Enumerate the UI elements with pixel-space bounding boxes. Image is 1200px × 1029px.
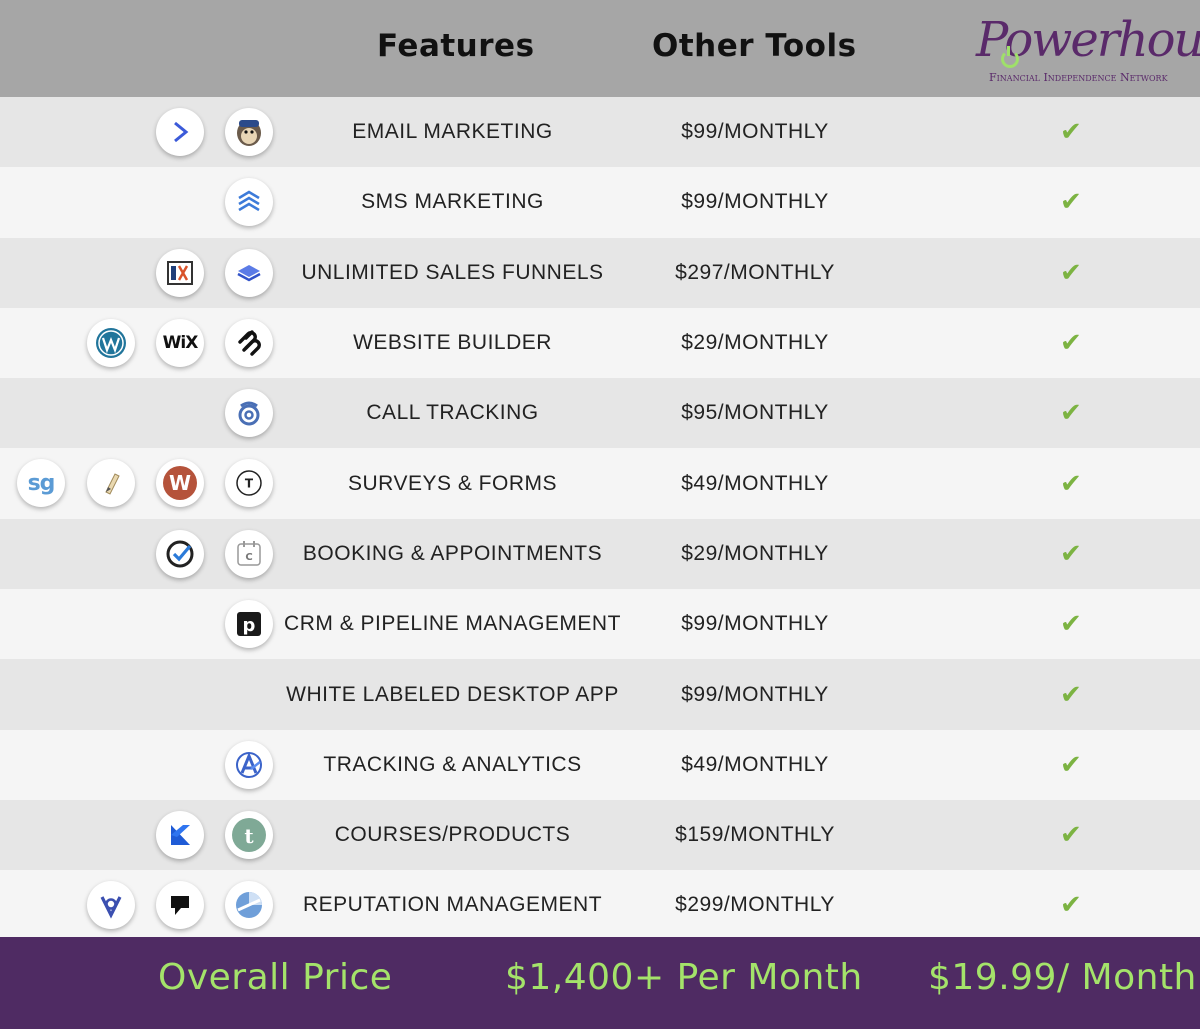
- jotform-icon: [87, 459, 135, 508]
- mailchimp-icon: [225, 108, 273, 156]
- other-tools-price: $99/MONTHLY: [681, 612, 829, 636]
- acuity-icon: [156, 529, 204, 578]
- leadpages-icon: [225, 248, 273, 297]
- surveygizmo-icon: sg: [17, 459, 65, 508]
- wordpress-icon: [87, 318, 135, 367]
- checkmark-icon: ✔: [1060, 820, 1082, 851]
- other-tools-total: $1,400+ Per Month: [505, 957, 863, 998]
- other-tools-price: $29/MONTHLY: [681, 541, 829, 565]
- table-row: UNLIMITED SALES FUNNELS $297/MONTHLY ✔: [0, 237, 1200, 308]
- table-row: WiX WEBSITE BUILDER $29/MONTHLY ✔: [0, 307, 1200, 379]
- svg-text:t: t: [244, 824, 254, 848]
- table-row: WHITE LABELED DESKTOP APP $99/MONTHLY ✔: [0, 659, 1200, 730]
- table-row: REPUTATION MANAGEMENT $299/MONTHLY ✔: [0, 870, 1200, 941]
- feature-label: COURSES/PRODUCTS: [334, 823, 571, 847]
- calendly-icon: C: [225, 529, 273, 578]
- powerhouse-logo: Powerhouse Financial Independence Networ…: [970, 8, 1200, 93]
- checkmark-icon: ✔: [1060, 328, 1082, 359]
- kajabi-icon: [156, 810, 204, 859]
- other-tools-price: $95/MONTHLY: [681, 401, 829, 425]
- table-row: CALL TRACKING $95/MONTHLY ✔: [0, 378, 1200, 449]
- other-tools-price: $99/MONTHLY: [681, 120, 829, 144]
- feature-label: CALL TRACKING: [366, 401, 539, 425]
- analytics-icon: [225, 740, 273, 789]
- svg-text:p: p: [243, 615, 256, 636]
- overall-price-label: Overall Price: [158, 957, 393, 998]
- svg-text:W: W: [169, 471, 191, 495]
- birdeye-icon: [87, 881, 135, 930]
- other-tools-price: $99/MONTHLY: [681, 682, 829, 706]
- feature-label: TRACKING & ANALYTICS: [323, 752, 582, 776]
- checkmark-icon: ✔: [1060, 609, 1082, 640]
- checkmark-icon: ✔: [1060, 257, 1082, 288]
- table-row: SMS MARKETING $99/MONTHLY ✔: [0, 167, 1200, 238]
- feature-label: SURVEYS & FORMS: [348, 471, 557, 495]
- other-tools-price: $299/MONTHLY: [675, 893, 835, 917]
- other-tools-price: $49/MONTHLY: [681, 471, 829, 495]
- checkmark-icon: ✔: [1060, 187, 1082, 218]
- checkmark-icon: ✔: [1060, 117, 1082, 148]
- clickfunnels-icon: [156, 248, 204, 297]
- checkmark-icon: ✔: [1060, 398, 1082, 429]
- typeform-icon: T: [225, 459, 273, 508]
- wix-icon: WiX: [156, 318, 204, 367]
- feature-label: WEBSITE BUILDER: [353, 331, 552, 355]
- table-row: EMAIL MARKETING $99/MONTHLY ✔: [0, 97, 1200, 168]
- powerhouse-total: $19.99/ Month: [928, 957, 1197, 998]
- svg-text:C: C: [245, 552, 252, 563]
- other-tools-price: $297/MONTHLY: [675, 260, 835, 284]
- other-tools-price: $29/MONTHLY: [681, 331, 829, 355]
- price-summary-footer: Overall Price $1,400+ Per Month $19.99/ …: [0, 937, 1200, 1029]
- features-column-header: Features: [377, 28, 535, 64]
- pipedrive-icon: p: [225, 600, 273, 649]
- teachable-icon: t: [225, 810, 273, 859]
- squarespace-icon: [225, 318, 273, 367]
- feature-label: WHITE LABELED DESKTOP APP: [286, 682, 619, 706]
- sms-layers-icon: [225, 178, 273, 227]
- checkmark-icon: ✔: [1060, 468, 1082, 499]
- call-tracking-icon: [225, 389, 273, 438]
- podium-icon: [156, 881, 204, 930]
- power-symbol-icon: [1001, 46, 1019, 68]
- checkmark-icon: ✔: [1060, 749, 1082, 780]
- other-tools-price: $159/MONTHLY: [675, 823, 835, 847]
- table-row: sg W T SURVEYS & FORMS $49/MONTHLY ✔: [0, 448, 1200, 519]
- table-row: p CRM & PIPELINE MANAGEMENT $99/MONTHLY …: [0, 589, 1200, 660]
- logo-subtitle: Financial Independence Network: [989, 71, 1168, 84]
- table-row: TRACKING & ANALYTICS $49/MONTHLY ✔: [0, 729, 1200, 800]
- activecampaign-icon: [156, 108, 204, 156]
- feature-label: REPUTATION MANAGEMENT: [302, 893, 603, 917]
- wufoo-icon: W: [156, 459, 204, 508]
- feature-label: SMS MARKETING: [361, 190, 544, 214]
- table-row: C BOOKING & APPOINTMENTS $29/MONTHLY ✔: [0, 518, 1200, 590]
- feature-label: CRM & PIPELINE MANAGEMENT: [284, 612, 621, 636]
- checkmark-icon: ✔: [1060, 890, 1082, 921]
- other-tools-price: $49/MONTHLY: [681, 752, 829, 776]
- checkmark-icon: ✔: [1060, 538, 1082, 569]
- feature-label: UNLIMITED SALES FUNNELS: [301, 260, 604, 284]
- table-row: t COURSES/PRODUCTS $159/MONTHLY ✔: [0, 799, 1200, 871]
- checkmark-icon: ✔: [1060, 679, 1082, 710]
- svg-text:T: T: [245, 477, 254, 491]
- reputation-icon: [225, 881, 273, 930]
- feature-label: EMAIL MARKETING: [352, 120, 553, 144]
- feature-label: BOOKING & APPOINTMENTS: [302, 541, 603, 565]
- other-tools-column-header: Other Tools: [652, 28, 857, 64]
- other-tools-price: $99/MONTHLY: [681, 190, 829, 214]
- table-header: Features Other Tools Powerhouse Financia…: [0, 0, 1200, 97]
- comparison-table: EMAIL MARKETING $99/MONTHLY ✔ SMS MARKET…: [0, 97, 1200, 941]
